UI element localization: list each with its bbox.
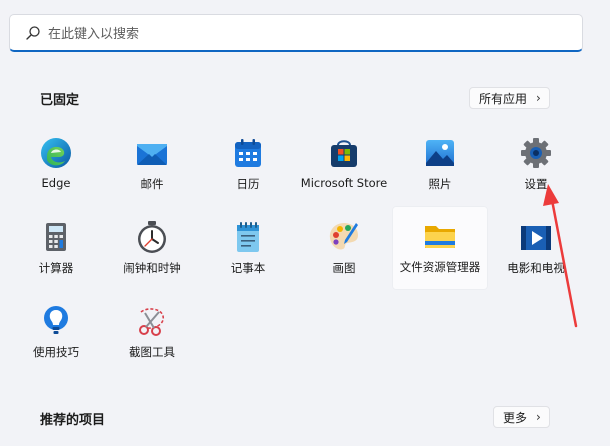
annotation-arrow-icon [543, 184, 578, 328]
